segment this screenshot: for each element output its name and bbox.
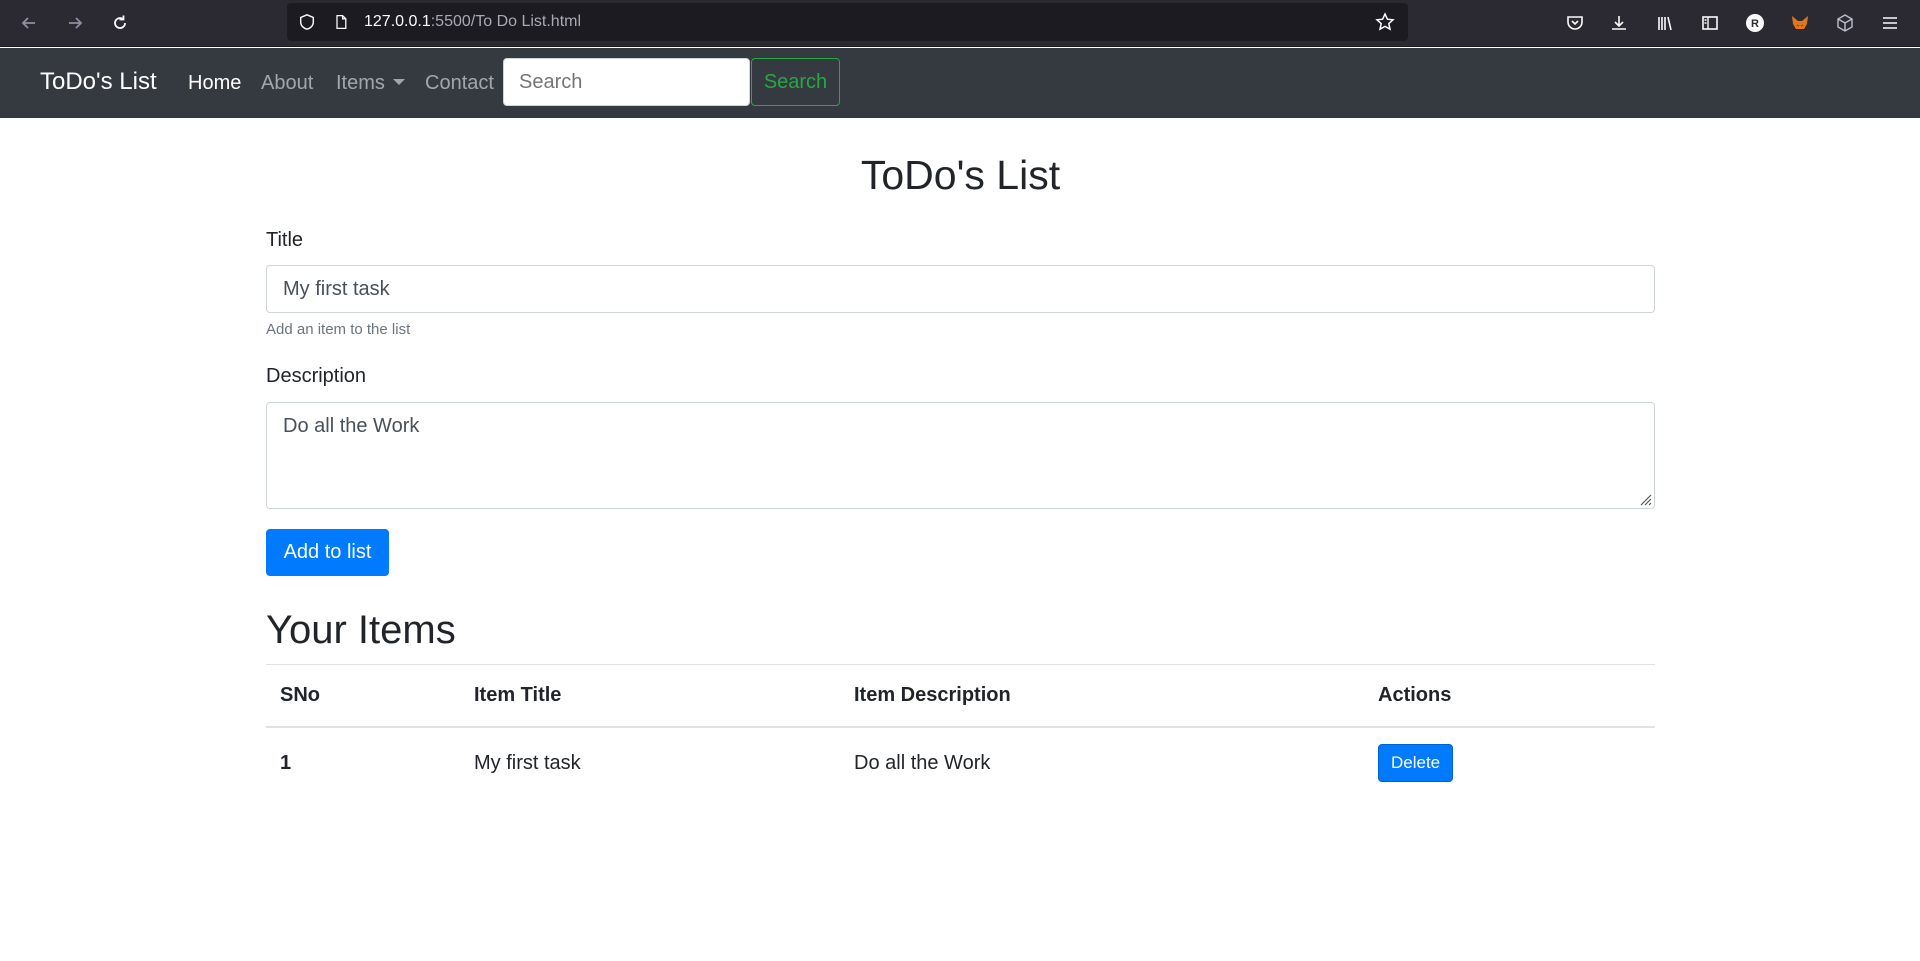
fox-extension-icon[interactable] (1785, 8, 1815, 38)
nav-link-about[interactable]: About (261, 72, 313, 95)
page-icon[interactable] (331, 12, 351, 32)
shield-icon[interactable] (297, 12, 317, 32)
account-avatar-icon[interactable]: R (1740, 8, 1770, 38)
reload-icon[interactable] (105, 8, 135, 38)
column-header-actions: Actions (1364, 664, 1655, 728)
nav-link-items-dropdown[interactable]: Items (336, 72, 405, 95)
items-table: SNo Item Title Item Description Actions … (266, 664, 1655, 799)
page-title: ToDo's List (860, 152, 1061, 198)
navbar-search-button[interactable]: Search (751, 58, 840, 106)
url-host: 127.0.0.1 (364, 13, 431, 30)
title-label: Title (266, 229, 304, 251)
address-bar[interactable]: 127.0.0.1:5500/To Do List.html (287, 3, 1408, 41)
svg-text:R: R (1751, 18, 1759, 30)
table-header-row: SNo Item Title Item Description Actions (266, 664, 1655, 728)
cube-extension-icon[interactable] (1830, 8, 1860, 38)
nav-link-home[interactable]: Home (188, 72, 241, 95)
title-help-text: Add an item to the list (266, 321, 411, 338)
navbar-search-input[interactable] (503, 58, 750, 106)
column-header-item-title: Item Title (460, 664, 840, 728)
row-title: My first task (460, 726, 840, 799)
your-items-heading: Your Items (266, 608, 456, 652)
description-label: Description (266, 365, 367, 387)
description-text: Do all the Work (283, 415, 420, 437)
row-actions: Delete (1364, 726, 1655, 799)
column-header-item-description: Item Description (840, 664, 1364, 728)
row-sno: 1 (266, 726, 460, 799)
delete-button[interactable]: Delete (1378, 744, 1454, 782)
title-input[interactable] (266, 265, 1655, 313)
nav-link-items-label: Items (336, 72, 385, 94)
url-text[interactable]: 127.0.0.1:5500/To Do List.html (364, 13, 581, 31)
back-icon[interactable] (14, 8, 44, 38)
browser-toolbar: 127.0.0.1:5500/To Do List.html R (0, 0, 1920, 47)
menu-icon[interactable] (1875, 8, 1905, 38)
pocket-icon[interactable] (1560, 8, 1590, 38)
add-to-list-button[interactable]: Add to list (266, 529, 389, 576)
column-header-sno: SNo (266, 664, 460, 728)
navbar-brand[interactable]: ToDo's List (40, 68, 157, 96)
site-navbar: ToDo's List Home About Items Contact Sea… (0, 48, 1920, 118)
row-description: Do all the Work (840, 726, 1364, 799)
forward-icon[interactable] (60, 8, 90, 38)
downloads-icon[interactable] (1604, 8, 1634, 38)
url-path: :5500/To Do List.html (430, 13, 582, 30)
nav-link-contact[interactable]: Contact (425, 72, 494, 95)
caret-down-icon (392, 79, 405, 85)
library-icon[interactable] (1650, 8, 1680, 38)
description-textarea[interactable]: Do all the Work (266, 402, 1655, 509)
sidebar-icon[interactable] (1695, 8, 1725, 38)
table-row: 1 My first task Do all the Work Delete (266, 726, 1655, 799)
bookmark-star-icon[interactable] (1375, 12, 1395, 32)
resize-grip-icon[interactable] (1636, 490, 1652, 506)
